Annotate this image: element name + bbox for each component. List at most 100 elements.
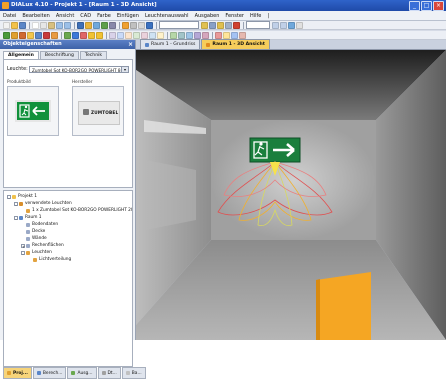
ugr-icon[interactable]: [186, 31, 193, 39]
properties-icon[interactable]: [223, 31, 230, 39]
menu-fenster[interactable]: Fenster: [222, 13, 247, 19]
panel-close-icon[interactable]: ×: [128, 40, 133, 49]
menu-ansicht[interactable]: Ansicht: [53, 13, 77, 19]
point-arrangement-icon[interactable]: [157, 31, 164, 39]
fit-icon[interactable]: [233, 21, 240, 29]
expand-icon[interactable]: +: [21, 244, 25, 249]
corridor-scene[interactable]: [136, 50, 446, 340]
tree-item[interactable]: 1 x Zumtobel Sot KO-BOR2GO POWERLIGHT 20…: [21, 208, 132, 214]
new-file-icon[interactable]: [3, 21, 10, 29]
zoom-icon[interactable]: [209, 21, 216, 29]
tab-allgemein[interactable]: Allgemein: [3, 51, 39, 59]
falsecolor-icon[interactable]: [43, 31, 50, 39]
circle-arrangement-icon[interactable]: [149, 31, 156, 39]
delete-icon[interactable]: [215, 31, 222, 39]
menu-farbe[interactable]: Farbe: [94, 13, 114, 19]
isoline-icon[interactable]: [51, 31, 58, 39]
calc-point-icon[interactable]: [178, 31, 185, 39]
maximize-button[interactable]: □: [421, 1, 432, 11]
select-icon[interactable]: [3, 31, 10, 39]
tab-output[interactable]: Ausg...: [67, 367, 97, 379]
tree-item[interactable]: Decke: [21, 229, 45, 235]
tree-item[interactable]: - verwendete Leuchten: [14, 201, 72, 207]
scale-combo[interactable]: [246, 21, 270, 29]
tree-item[interactable]: Lichtverteilung: [28, 257, 71, 263]
tab-project[interactable]: Proj...: [3, 367, 32, 379]
tree-item[interactable]: Wände: [21, 236, 47, 242]
calc-surface-icon[interactable]: [170, 31, 177, 39]
menu-ausgaben[interactable]: Ausgaben: [192, 13, 223, 19]
layer-icon[interactable]: [272, 21, 279, 29]
print-icon[interactable]: [77, 21, 84, 29]
open-folder-icon[interactable]: [11, 21, 18, 29]
tab-3d-view[interactable]: Raum 1 - 3D Ansicht: [201, 39, 270, 49]
plan-view-icon[interactable]: [19, 31, 26, 39]
raytracer-icon[interactable]: [72, 31, 79, 39]
info-icon[interactable]: [146, 21, 153, 29]
escape-route-icon[interactable]: [194, 31, 201, 39]
front-view-icon[interactable]: [27, 31, 34, 39]
furniture-icon[interactable]: [202, 31, 209, 39]
tab-catalog[interactable]: Ba...: [121, 367, 146, 379]
copy-icon[interactable]: [40, 21, 47, 29]
redo-icon[interactable]: [64, 21, 71, 29]
menu-extra[interactable]: |: [264, 13, 272, 19]
tree-item[interactable]: - Raum 1: [14, 215, 42, 221]
undo-icon[interactable]: [56, 21, 63, 29]
align-icon[interactable]: [117, 31, 124, 39]
collapse-icon[interactable]: -: [21, 251, 25, 256]
calculate-icon[interactable]: [122, 21, 129, 29]
tree-item[interactable]: + Rechenflächen: [21, 243, 64, 249]
chevron-down-icon[interactable]: ▾: [121, 67, 128, 72]
pan-icon[interactable]: [201, 21, 208, 29]
tab-plan-view[interactable]: Raum 1 - Grundriss: [140, 39, 201, 49]
emergency-icon[interactable]: [96, 31, 103, 39]
luminaire-select-icon[interactable]: [85, 21, 92, 29]
grid-icon[interactable]: [280, 21, 287, 29]
minimize-button[interactable]: _: [409, 1, 420, 11]
view-combo[interactable]: [159, 21, 199, 29]
wizard-icon[interactable]: [130, 21, 137, 29]
room-icon[interactable]: [93, 21, 100, 29]
save-icon[interactable]: [19, 21, 26, 29]
exterior-icon[interactable]: [101, 21, 108, 29]
camera-icon[interactable]: [288, 21, 295, 29]
orbit-icon[interactable]: [225, 21, 232, 29]
filter-icon[interactable]: [231, 31, 238, 39]
menu-datei[interactable]: Datei: [0, 13, 19, 19]
line-arrangement-icon[interactable]: [141, 31, 148, 39]
tab-calculation[interactable]: Berech...: [32, 367, 67, 379]
luminance-icon[interactable]: [80, 31, 87, 39]
rotate-icon[interactable]: [217, 21, 224, 29]
menu-cad[interactable]: CAD: [77, 13, 94, 19]
menu-bearbeiten[interactable]: Bearbeiten: [19, 13, 52, 19]
3d-viewport[interactable]: [136, 50, 446, 340]
tree-item[interactable]: - Projekt 1: [7, 194, 37, 200]
menu-einfuegen[interactable]: Einfügen: [114, 13, 142, 19]
paste-icon[interactable]: [48, 21, 55, 29]
exit-sign-3d[interactable]: [249, 137, 301, 163]
array-icon[interactable]: [125, 31, 132, 39]
render-icon[interactable]: [64, 31, 71, 39]
side-view-icon[interactable]: [35, 31, 42, 39]
tab-technik[interactable]: Technik: [79, 51, 108, 59]
measure-icon[interactable]: [109, 31, 116, 39]
collapse-icon[interactable]: -: [14, 216, 18, 221]
light-scene-icon[interactable]: [88, 31, 95, 39]
collapse-icon[interactable]: -: [14, 202, 18, 207]
field-arrangement-icon[interactable]: [133, 31, 140, 39]
collapse-icon[interactable]: -: [7, 195, 11, 200]
export-icon[interactable]: [239, 31, 246, 39]
tab-beschriftung[interactable]: Beschriftung: [39, 51, 79, 59]
street-icon[interactable]: [109, 21, 116, 29]
tab-luminaire-data[interactable]: Dt...: [97, 367, 121, 379]
luminaire-select[interactable]: Zumtobel Sot KO-BOR2GO POWERLIGHT 8-1 ▾: [29, 66, 129, 73]
view-3d-icon[interactable]: [11, 31, 18, 39]
tree-item[interactable]: - Leuchten: [21, 250, 52, 256]
tree-item[interactable]: Bodendaten: [21, 222, 58, 228]
menu-leuchtenauswahl[interactable]: Leuchtenauswahl: [142, 13, 192, 19]
menu-hilfe[interactable]: Hilfe: [247, 13, 264, 19]
orange-door[interactable]: [316, 272, 371, 340]
cut-icon[interactable]: [32, 21, 39, 29]
settings-icon[interactable]: [296, 21, 303, 29]
